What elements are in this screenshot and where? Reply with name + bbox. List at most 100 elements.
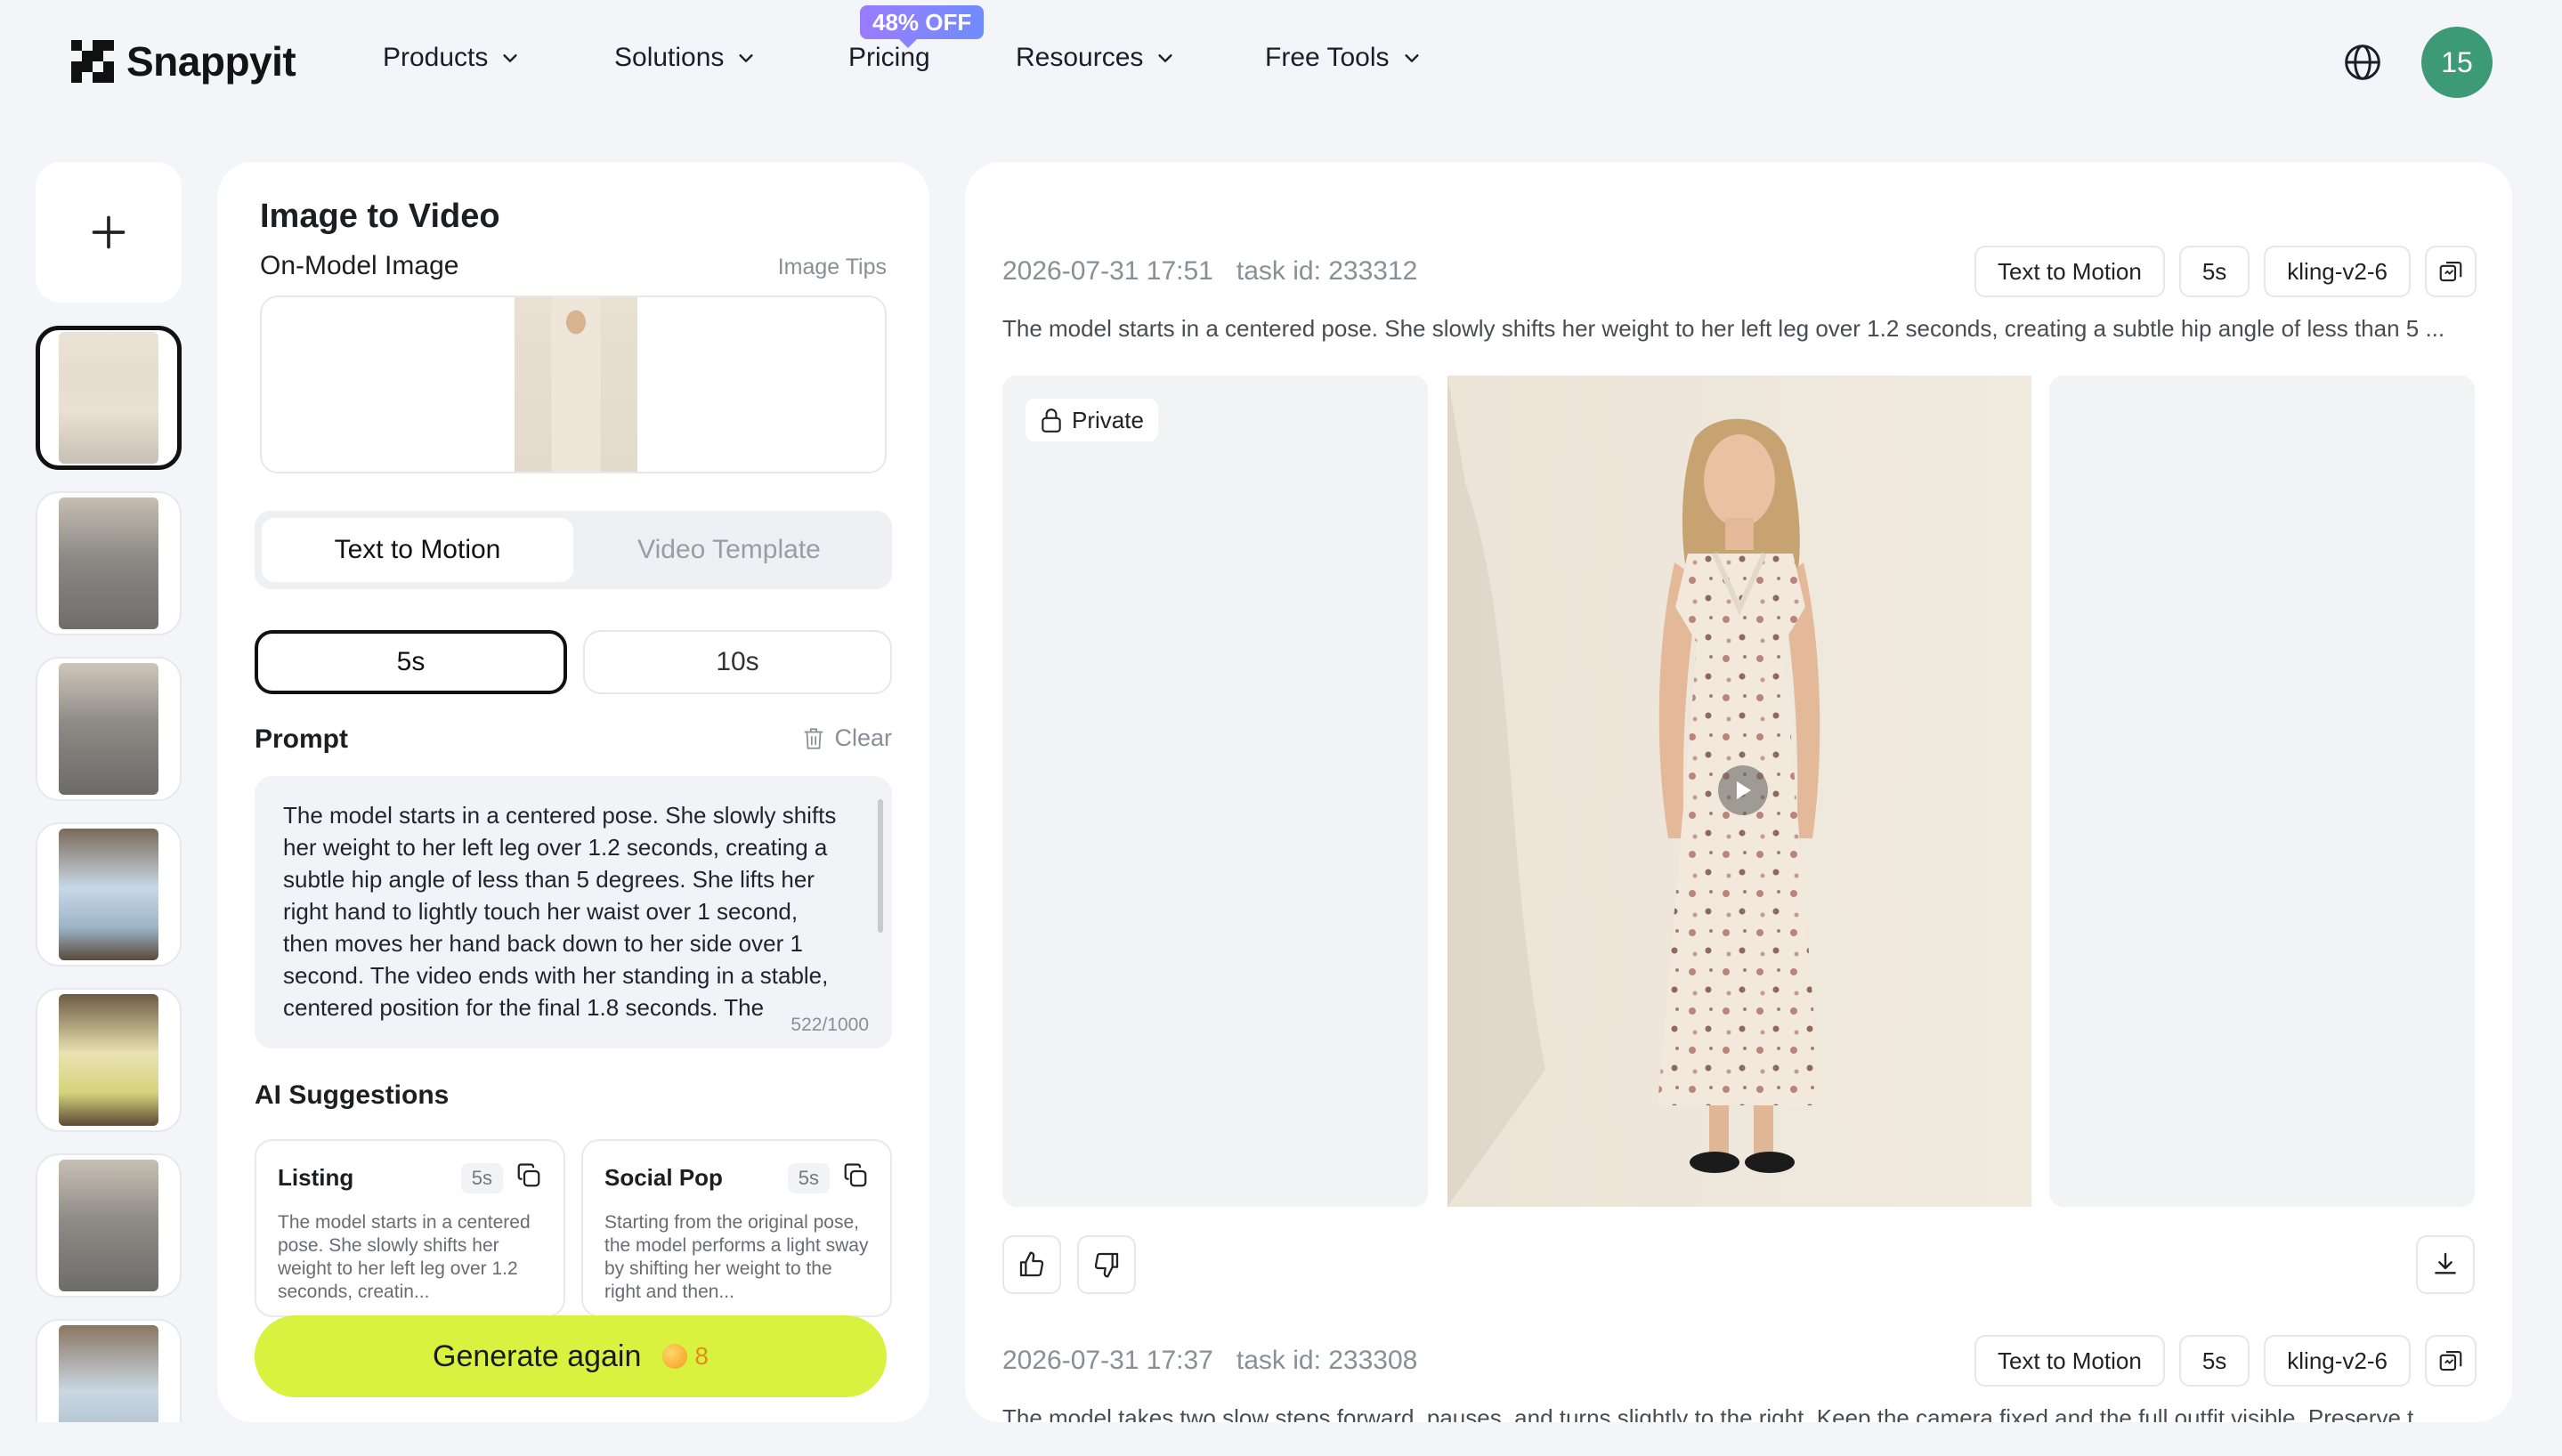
thumbnail-image bbox=[59, 1160, 158, 1291]
chip-mode: Text to Motion bbox=[1974, 1335, 2165, 1387]
nav-products[interactable]: Products bbox=[383, 43, 520, 73]
nav-pricing[interactable]: Pricing bbox=[848, 43, 930, 73]
private-badge[interactable]: Private bbox=[1026, 399, 1158, 441]
brand-name: Snappyit bbox=[126, 38, 296, 85]
thumbnail-image bbox=[59, 663, 158, 795]
download-button[interactable] bbox=[2416, 1235, 2475, 1294]
reuse-settings-button[interactable] bbox=[2425, 246, 2477, 297]
nav-free-tools-label: Free Tools bbox=[1265, 43, 1390, 72]
credit-cost: 8 bbox=[662, 1342, 709, 1371]
duration-5s-button[interactable]: 5s bbox=[255, 630, 567, 694]
suggestion-card-listing[interactable]: Listing 5s The model starts in a centere… bbox=[255, 1139, 565, 1317]
brand-logo[interactable]: Snappyit bbox=[71, 37, 296, 85]
duration-10s-button[interactable]: 10s bbox=[583, 630, 892, 694]
coin-icon bbox=[662, 1344, 688, 1369]
prompt-text[interactable]: The model starts in a centered pose. She… bbox=[283, 799, 844, 1029]
suggestion-duration: 5s bbox=[787, 1162, 830, 1193]
credit-cost-value: 8 bbox=[694, 1342, 709, 1370]
thumbnail-image bbox=[59, 332, 158, 464]
thumbs-down-icon bbox=[1094, 1252, 1119, 1278]
tab-video-template[interactable]: Video Template bbox=[573, 518, 885, 582]
prompt-label: Prompt bbox=[255, 724, 348, 754]
history-rail bbox=[36, 162, 182, 1422]
chip-duration: 5s bbox=[2178, 246, 2250, 297]
history-thumbnail[interactable] bbox=[36, 657, 182, 801]
suggestion-title: Listing bbox=[278, 1164, 354, 1191]
task-prompt: The model starts in a centered pose. She… bbox=[1002, 315, 2445, 342]
task-chips: Text to Motion 5s kling-v2-6 bbox=[1974, 1335, 2477, 1387]
history-thumbnail[interactable] bbox=[36, 822, 182, 967]
play-icon bbox=[1737, 781, 1751, 799]
top-navigation: Snappyit Products Solutions 48% OFF Pric… bbox=[0, 0, 2562, 125]
result-slot-left: Private bbox=[1002, 376, 1428, 1207]
nav-solutions-label: Solutions bbox=[614, 43, 725, 72]
chip-duration: 5s bbox=[2178, 1335, 2250, 1387]
history-thumbnail[interactable] bbox=[36, 491, 182, 635]
thumbs-up-button[interactable] bbox=[1002, 1235, 1061, 1294]
tab-text-to-motion[interactable]: Text to Motion bbox=[262, 518, 573, 582]
prompt-textarea[interactable]: The model starts in a centered pose. She… bbox=[255, 776, 892, 1048]
trash-icon bbox=[804, 727, 824, 749]
ai-suggestions-label: AI Suggestions bbox=[255, 1080, 450, 1110]
generate-again-button[interactable]: Generate again 8 bbox=[255, 1315, 887, 1397]
thumbnail-image bbox=[59, 1325, 158, 1422]
thumbs-up-icon bbox=[1019, 1251, 1044, 1277]
chevron-down-icon bbox=[1158, 54, 1173, 62]
mode-tabs: Text to Motion Video Template bbox=[255, 511, 892, 589]
thumbs-down-button[interactable] bbox=[1077, 1235, 1136, 1294]
download-icon bbox=[2435, 1252, 2456, 1274]
chevron-down-icon bbox=[1404, 54, 1419, 62]
task-meta: 2026-07-31 17:51 task id: 233312 bbox=[1002, 256, 1417, 287]
logo-mark-icon bbox=[71, 40, 114, 83]
image-upload-area[interactable] bbox=[260, 295, 887, 473]
results-panel: 2026-07-31 17:51 task id: 233312 Text to… bbox=[965, 162, 2512, 1422]
nav-products-label: Products bbox=[383, 43, 489, 72]
uploaded-image bbox=[515, 297, 637, 472]
history-thumbnail[interactable] bbox=[36, 1319, 182, 1422]
suggestion-text: The model starts in a centered pose. She… bbox=[278, 1212, 531, 1302]
new-task-button[interactable] bbox=[36, 162, 182, 303]
suggestion-text: Starting from the original pose, the mod… bbox=[604, 1212, 869, 1302]
editor-panel: Image to Video On-Model Image Image Tips… bbox=[217, 162, 929, 1422]
discount-badge: 48% OFF bbox=[860, 5, 985, 48]
reuse-settings-button[interactable] bbox=[2425, 1335, 2477, 1387]
task-timestamp: 2026-07-31 17:51 bbox=[1002, 256, 1213, 286]
nav-resources[interactable]: Resources bbox=[1016, 43, 1175, 73]
reuse-icon bbox=[2439, 1350, 2462, 1371]
globe-icon[interactable] bbox=[2343, 43, 2382, 82]
history-thumbnail[interactable] bbox=[36, 1153, 182, 1298]
char-counter: 522/1000 bbox=[790, 1015, 869, 1035]
prompt-scrollbar[interactable] bbox=[878, 799, 883, 933]
user-avatar[interactable]: 15 bbox=[2421, 27, 2493, 98]
private-label: Private bbox=[1072, 406, 1144, 433]
result-slot-right bbox=[2049, 376, 2475, 1207]
image-section-label: On-Model Image bbox=[260, 251, 459, 280]
nav-solutions[interactable]: Solutions bbox=[614, 43, 756, 73]
nav-resources-label: Resources bbox=[1016, 43, 1144, 72]
history-thumbnail[interactable] bbox=[36, 326, 182, 470]
chip-model: kling-v2-6 bbox=[2264, 246, 2411, 297]
clear-prompt-button[interactable]: Clear bbox=[802, 724, 892, 752]
thumbnail-image bbox=[59, 994, 158, 1126]
result-video-preview[interactable] bbox=[1447, 376, 2031, 1207]
plus-icon bbox=[92, 215, 126, 249]
lock-icon bbox=[1042, 408, 1061, 433]
image-tips-link[interactable]: Image Tips bbox=[778, 255, 887, 280]
nav-free-tools[interactable]: Free Tools bbox=[1265, 43, 1422, 73]
play-button[interactable] bbox=[1718, 765, 1768, 815]
nav-pricing-label: Pricing bbox=[848, 43, 930, 72]
thumbnail-image bbox=[59, 829, 158, 960]
history-thumbnail[interactable] bbox=[36, 988, 182, 1132]
clear-label: Clear bbox=[834, 724, 892, 751]
duration-selector: 5s 10s bbox=[255, 630, 892, 694]
suggestion-card-social-pop[interactable]: Social Pop 5s Starting from the original… bbox=[581, 1139, 892, 1317]
chevron-down-icon bbox=[503, 54, 517, 62]
task-timestamp: 2026-07-31 17:37 bbox=[1002, 1346, 1213, 1375]
copy-icon[interactable] bbox=[842, 1162, 869, 1193]
thumbnail-image bbox=[59, 497, 158, 629]
task-prompt: The model takes two slow steps forward, … bbox=[1002, 1404, 2414, 1422]
copy-icon[interactable] bbox=[515, 1162, 542, 1193]
task-chips: Text to Motion 5s kling-v2-6 bbox=[1974, 246, 2477, 297]
suggestions-list: Listing 5s The model starts in a centere… bbox=[255, 1139, 892, 1317]
generate-label: Generate again bbox=[433, 1339, 642, 1373]
